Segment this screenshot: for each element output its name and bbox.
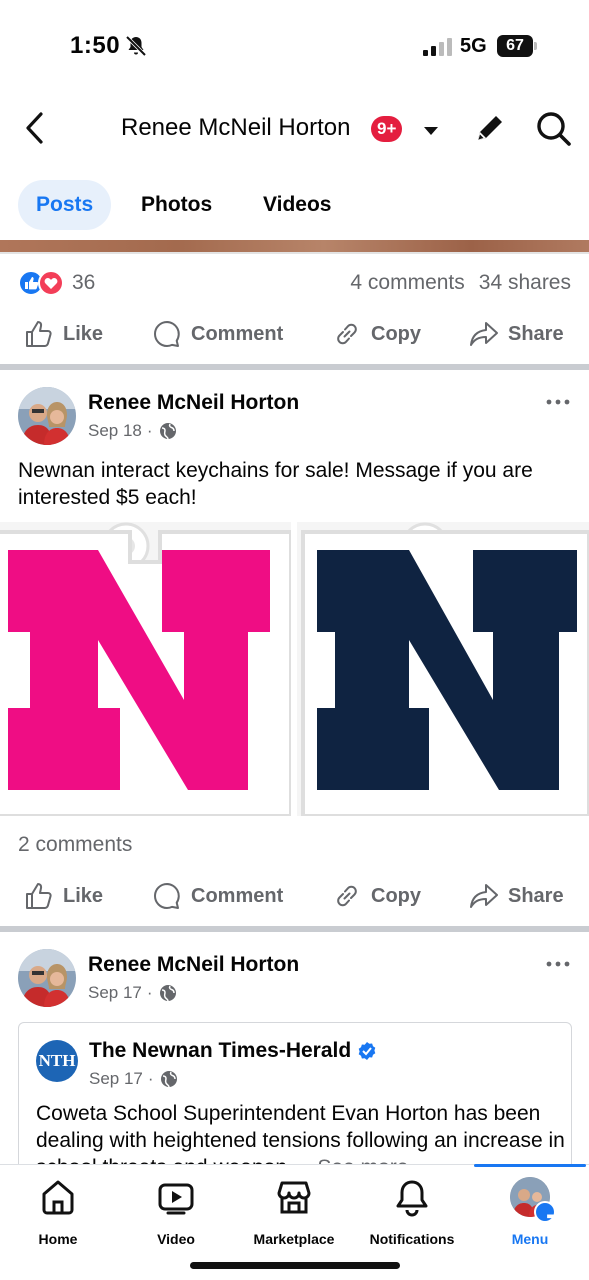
verified-badge-icon <box>358 1042 376 1060</box>
video-icon <box>158 1183 194 1215</box>
page-title[interactable]: Renee McNeil Horton <box>121 114 350 142</box>
active-tab-indicator <box>474 1164 586 1167</box>
share-arrow-icon <box>470 884 498 908</box>
nav-video[interactable]: Video <box>121 1177 231 1247</box>
shared-post-date[interactable]: Sep 17 <box>89 1069 143 1089</box>
bell-icon <box>396 1180 428 1217</box>
comment-button[interactable]: Comment <box>152 874 283 918</box>
network-label: 5G <box>460 35 487 57</box>
post-meta: Sep 18 · <box>88 421 177 441</box>
shared-post-meta: Sep 17 · <box>89 1069 178 1089</box>
comment-icon <box>154 321 180 347</box>
nav-menu[interactable]: Menu <box>475 1177 585 1247</box>
post-divider <box>0 926 589 932</box>
like-label: Like <box>63 884 104 907</box>
post-header: Renee McNeil Horton Sep 17 · <box>18 949 571 1011</box>
previous-post-image[interactable] <box>0 240 589 254</box>
nav-video-label: Video <box>157 1231 195 1247</box>
chevron-down-icon[interactable] <box>422 125 440 137</box>
menu-hamburger-icon <box>534 1201 565 1232</box>
post-date[interactable]: Sep 17 <box>88 983 142 1003</box>
signal-icon <box>423 38 452 56</box>
avatar[interactable] <box>18 387 76 445</box>
post-author[interactable]: Renee McNeil Horton <box>88 391 299 415</box>
post-meta: Sep 17 · <box>88 983 177 1003</box>
battery-level: 67 <box>497 35 533 57</box>
more-options-icon[interactable] <box>545 389 571 415</box>
comment-label: Comment <box>191 322 284 345</box>
post-date[interactable]: Sep 18 <box>88 421 142 441</box>
comment-label: Comment <box>191 884 284 907</box>
comments-count[interactable]: 4 comments <box>350 271 464 294</box>
post-action-bar: Like Comment Copy Share <box>0 312 589 356</box>
silent-bell-icon <box>125 35 147 57</box>
like-button[interactable]: Like <box>24 874 103 918</box>
post-action-bar: Like Comment Copy Share <box>0 874 589 918</box>
share-arrow-icon <box>470 322 498 346</box>
comment-icon <box>154 883 180 909</box>
nav-notifications[interactable]: Notifications <box>357 1177 467 1247</box>
share-label: Share <box>508 322 564 345</box>
thumbs-up-icon <box>26 883 52 909</box>
link-icon <box>337 323 357 345</box>
share-label: Share <box>508 884 564 907</box>
home-indicator[interactable] <box>190 1262 400 1269</box>
tab-photos[interactable]: Photos <box>141 180 212 230</box>
tab-videos[interactable]: Videos <box>263 180 331 230</box>
post-header: Renee McNeil Horton Sep 18 · <box>18 387 571 449</box>
search-icon[interactable] <box>533 108 573 148</box>
status-bar: 1:50 5G 67 <box>0 0 589 92</box>
status-time: 1:50 <box>70 32 121 59</box>
post-author[interactable]: Renee McNeil Horton <box>88 953 299 977</box>
notification-badge: 9+ <box>371 116 403 142</box>
like-label: Like <box>63 322 104 345</box>
reactions-summary[interactable]: 36 4 comments 34 shares <box>18 268 571 300</box>
avatar[interactable] <box>18 949 76 1007</box>
like-love-reactions-icon <box>18 270 64 296</box>
share-button[interactable]: Share <box>469 874 564 918</box>
comments-count[interactable]: 2 comments <box>18 833 132 857</box>
copy-label: Copy <box>371 322 421 345</box>
link-icon <box>337 885 357 907</box>
like-button[interactable]: Like <box>24 312 103 356</box>
tab-posts[interactable]: Posts <box>18 180 112 230</box>
newspaper-logo[interactable]: NTH <box>36 1040 78 1082</box>
battery-icon: 67 <box>497 35 537 57</box>
globe-icon <box>159 423 176 440</box>
comment-button[interactable]: Comment <box>152 312 283 356</box>
globe-icon <box>159 985 176 1002</box>
nav-marketplace-label: Marketplace <box>253 1231 335 1247</box>
post-image-pink-keychain[interactable] <box>0 522 291 816</box>
more-options-icon[interactable] <box>545 951 571 977</box>
copy-button[interactable]: Copy <box>332 312 421 356</box>
profile-header: Renee McNeil Horton 9+ <box>0 96 589 162</box>
post-image-navy-keychain[interactable] <box>297 522 589 816</box>
shared-author-name: The Newnan Times-Herald <box>89 1039 352 1062</box>
marketplace-icon <box>277 1181 311 1214</box>
shared-post-author[interactable]: The Newnan Times-Herald <box>89 1039 377 1063</box>
thumbs-up-icon <box>26 321 52 347</box>
reaction-count: 36 <box>72 271 96 294</box>
shares-count[interactable]: 34 shares <box>479 271 571 294</box>
menu-avatar <box>510 1177 565 1232</box>
globe-icon <box>160 1071 177 1088</box>
post-text: Newnan interact keychains for sale! Mess… <box>18 459 533 509</box>
back-icon[interactable] <box>20 110 50 146</box>
nav-marketplace[interactable]: Marketplace <box>239 1177 349 1247</box>
pencil-icon[interactable] <box>472 110 508 146</box>
copy-button[interactable]: Copy <box>332 874 421 918</box>
share-button[interactable]: Share <box>469 312 564 356</box>
shared-post-card[interactable]: NTH The Newnan Times-Herald Sep 17 · Cow… <box>18 1022 572 1182</box>
copy-label: Copy <box>371 884 421 907</box>
home-icon <box>42 1180 74 1215</box>
nav-home[interactable]: Home <box>3 1177 113 1247</box>
nav-notifications-label: Notifications <box>369 1231 455 1247</box>
post-divider <box>0 364 589 370</box>
nav-home-label: Home <box>38 1231 78 1247</box>
